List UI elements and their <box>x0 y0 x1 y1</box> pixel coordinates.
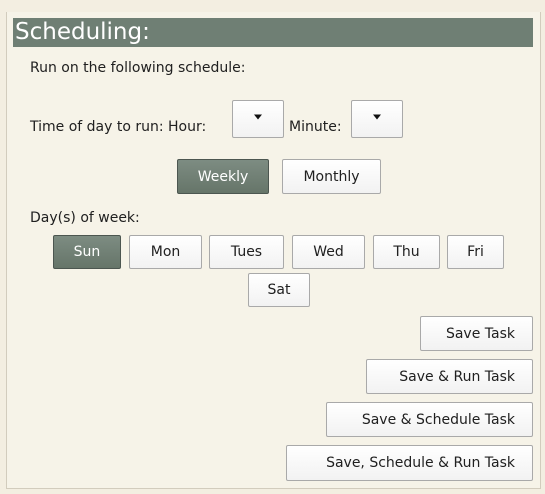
chevron-down-icon <box>373 114 381 120</box>
day-button-thu[interactable]: Thu <box>373 235 440 269</box>
section-header: Scheduling: <box>13 18 533 47</box>
schedule-intro-text: Run on the following schedule: <box>30 60 246 76</box>
day-button-fri[interactable]: Fri <box>447 235 504 269</box>
days-label: Day(s) of week: <box>30 210 140 226</box>
time-label: Time of day to run: Hour: <box>30 119 207 135</box>
day-button-tues[interactable]: Tues <box>209 235 284 269</box>
minute-dropdown[interactable] <box>351 100 403 138</box>
chevron-down-icon <box>254 114 262 120</box>
monthly-button[interactable]: Monthly <box>282 159 381 194</box>
day-button-mon[interactable]: Mon <box>129 235 202 269</box>
save-schedule-task-button[interactable]: Save & Schedule Task <box>326 402 533 437</box>
save-run-task-button[interactable]: Save & Run Task <box>366 359 533 394</box>
minute-label: Minute: <box>289 119 342 135</box>
hour-dropdown[interactable] <box>232 100 284 138</box>
save-task-button[interactable]: Save Task <box>420 316 533 351</box>
save-schedule-run-task-button[interactable]: Save, Schedule & Run Task <box>286 445 533 481</box>
day-button-wed[interactable]: Wed <box>292 235 365 269</box>
weekly-button[interactable]: Weekly <box>177 159 269 194</box>
day-button-sat[interactable]: Sat <box>248 273 310 307</box>
day-button-sun[interactable]: Sun <box>53 235 121 269</box>
